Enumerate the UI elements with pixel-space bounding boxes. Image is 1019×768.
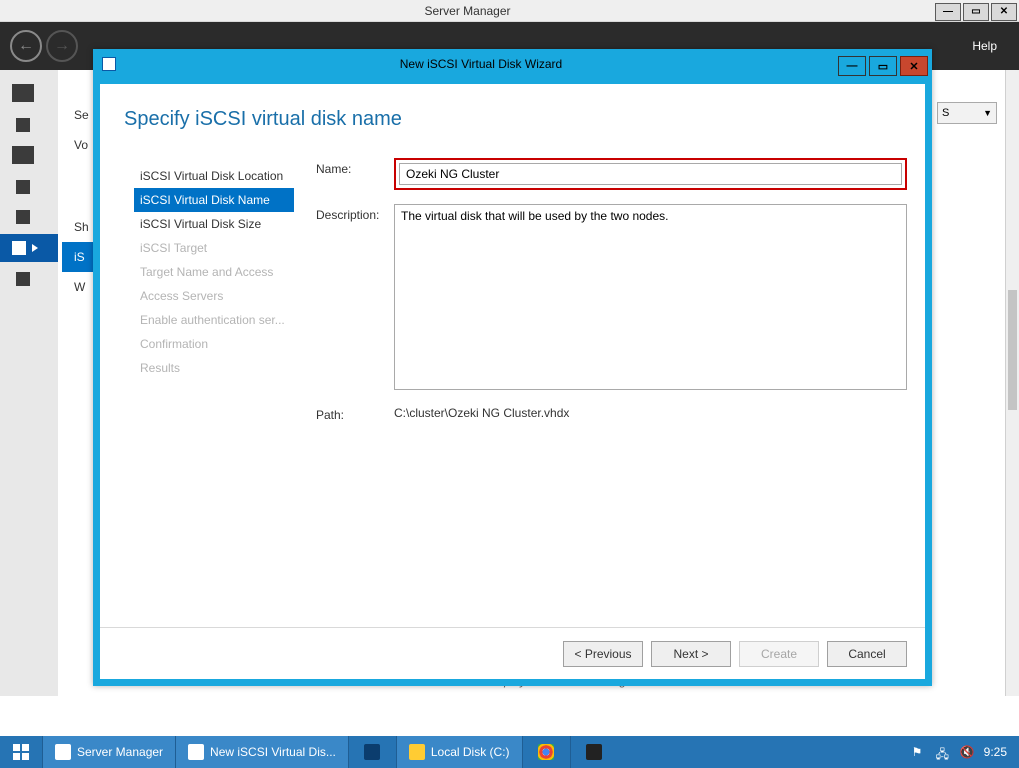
outer-minimize-button[interactable]: — xyxy=(935,3,961,21)
description-label: Description: xyxy=(316,204,394,390)
taskbar-item-powershell[interactable] xyxy=(348,736,396,768)
rail-selected-item[interactable] xyxy=(0,234,58,262)
rail-selected-icon xyxy=(12,241,26,255)
chrome-icon xyxy=(538,744,554,760)
wizard-titlebar[interactable]: New iSCSI Virtual Disk Wizard — ▭ ✕ xyxy=(94,50,931,78)
taskbar-item-cmd[interactable] xyxy=(570,736,618,768)
step-access-servers: Access Servers xyxy=(134,284,294,308)
scrollbar-thumb[interactable] xyxy=(1008,290,1017,410)
wizard-steps: iSCSI Virtual Disk Location iSCSI Virtua… xyxy=(134,164,294,380)
back-button[interactable]: ← xyxy=(10,30,42,62)
name-label: Name: xyxy=(316,158,394,190)
forward-button: → xyxy=(46,30,78,62)
scrollbar[interactable] xyxy=(1005,70,1019,696)
powershell-icon xyxy=(364,744,380,760)
network-icon[interactable]: 🖧 xyxy=(936,745,950,759)
wizard-title: New iSCSI Virtual Disk Wizard xyxy=(124,57,838,71)
rail-file-services-icon[interactable] xyxy=(16,180,30,194)
step-results: Results xyxy=(134,356,294,380)
taskbar-item-label: New iSCSI Virtual Dis... xyxy=(210,745,336,759)
rail-local-server-icon[interactable] xyxy=(16,118,30,132)
taskbar-clock[interactable]: 9:25 xyxy=(984,745,1007,759)
flag-icon[interactable]: ⚑ xyxy=(912,745,926,759)
wizard-body: Specify iSCSI virtual disk name iSCSI Vi… xyxy=(100,84,925,679)
previous-button[interactable]: < Previous xyxy=(563,641,643,667)
taskbar-app-icon xyxy=(188,744,204,760)
taskbar-item-wizard[interactable]: New iSCSI Virtual Dis... xyxy=(175,736,348,768)
path-value: C:\cluster\Ozeki NG Cluster.vhdx xyxy=(394,404,907,422)
outer-titlebar[interactable]: Server Manager — ▭ ✕ xyxy=(0,0,1019,22)
taskbar-item-label: Server Manager xyxy=(77,745,163,759)
wizard-maximize-button[interactable]: ▭ xyxy=(869,56,897,76)
cancel-button[interactable]: Cancel xyxy=(827,641,907,667)
step-target: iSCSI Target xyxy=(134,236,294,260)
wizard-minimize-button[interactable]: — xyxy=(838,56,866,76)
windows-logo-icon xyxy=(13,744,29,760)
wizard-app-icon xyxy=(102,57,116,71)
description-input[interactable] xyxy=(394,204,907,390)
sound-icon[interactable]: 🔇 xyxy=(960,745,974,759)
create-button: Create xyxy=(739,641,819,667)
taskbar: Server Manager New iSCSI Virtual Dis... … xyxy=(0,736,1019,768)
wizard-close-button[interactable]: ✕ xyxy=(900,56,928,76)
folder-icon xyxy=(409,744,425,760)
taskbar-item-server-manager[interactable]: Server Manager xyxy=(42,736,175,768)
taskbar-item-label: Local Disk (C:) xyxy=(431,745,510,759)
start-button[interactable] xyxy=(0,736,42,768)
cmd-icon xyxy=(586,744,602,760)
outer-window-title: Server Manager xyxy=(0,4,935,18)
system-tray[interactable]: ⚑ 🖧 🔇 9:25 xyxy=(900,736,1019,768)
wizard-window: New iSCSI Virtual Disk Wizard — ▭ ✕ Spec… xyxy=(93,49,932,686)
tasks-dropdown[interactable]: S ▼ xyxy=(937,102,997,124)
path-label: Path: xyxy=(316,404,394,422)
step-confirmation: Confirmation xyxy=(134,332,294,356)
next-button[interactable]: Next > xyxy=(651,641,731,667)
taskbar-item-chrome[interactable] xyxy=(522,736,570,768)
chevron-down-icon: ▼ xyxy=(983,108,992,118)
name-highlight xyxy=(394,158,907,190)
tasks-dropdown-label: S xyxy=(942,107,949,119)
step-name[interactable]: iSCSI Virtual Disk Name xyxy=(134,188,294,212)
taskbar-app-icon xyxy=(55,744,71,760)
step-location[interactable]: iSCSI Virtual Disk Location xyxy=(134,164,294,188)
outer-maximize-button[interactable]: ▭ xyxy=(963,3,989,21)
step-target-name: Target Name and Access xyxy=(134,260,294,284)
wizard-form: Name: Description: Path: C:\cluster\Ozek… xyxy=(316,158,907,436)
outer-close-button[interactable]: ✕ xyxy=(991,3,1017,21)
step-auth: Enable authentication ser... xyxy=(134,308,294,332)
rail-item-icon[interactable] xyxy=(16,272,30,286)
help-link[interactable]: Help xyxy=(972,39,997,53)
taskbar-item-explorer[interactable]: Local Disk (C:) xyxy=(396,736,522,768)
left-rail xyxy=(0,70,58,696)
wizard-button-bar: < Previous Next > Create Cancel xyxy=(100,627,925,679)
step-size[interactable]: iSCSI Virtual Disk Size xyxy=(134,212,294,236)
wizard-heading: Specify iSCSI virtual disk name xyxy=(100,84,925,131)
rail-dashboard-icon[interactable] xyxy=(12,84,34,102)
rail-all-servers-icon[interactable] xyxy=(12,146,34,164)
name-input[interactable] xyxy=(399,163,902,185)
rail-caret-icon xyxy=(32,244,38,252)
rail-role-icon[interactable] xyxy=(16,210,30,224)
